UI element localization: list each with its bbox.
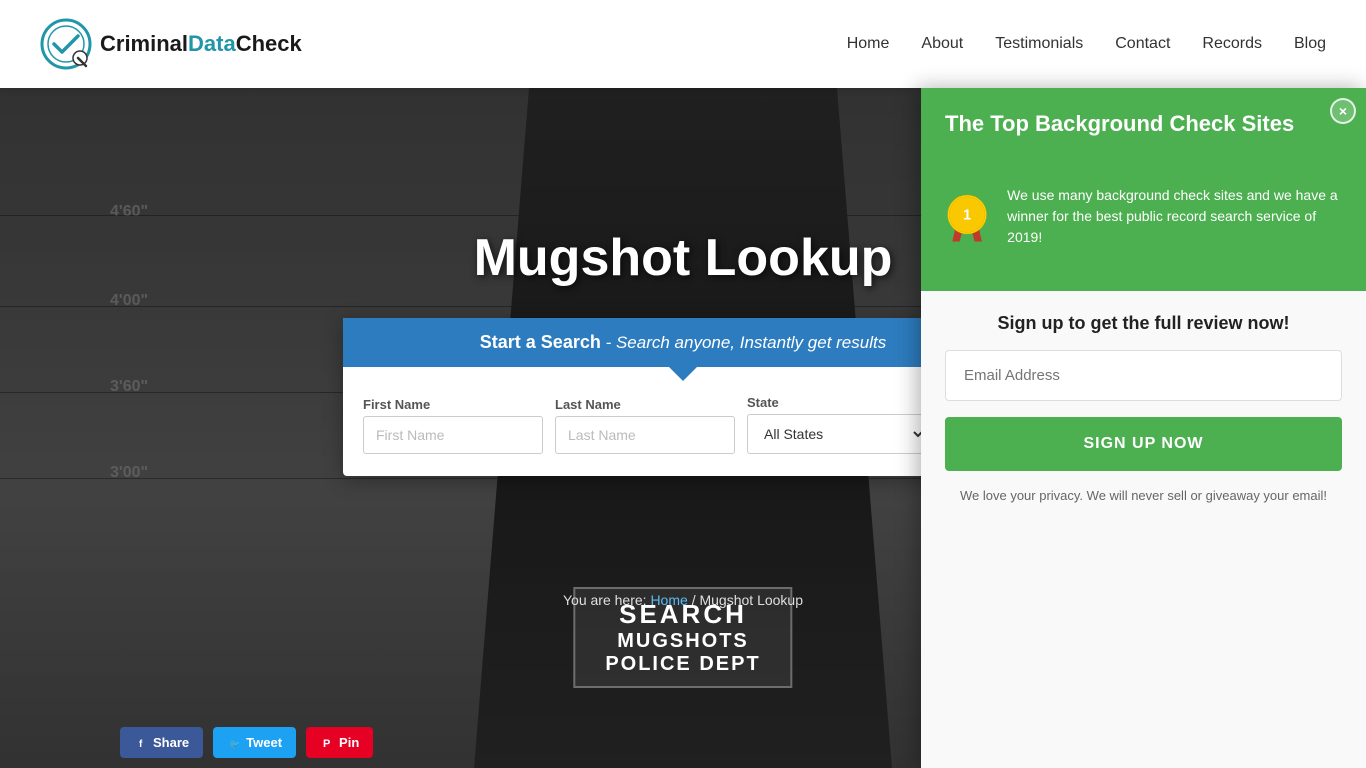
first-name-group: First Name: [363, 397, 543, 454]
share-twitter-label: Tweet: [246, 735, 282, 750]
popup-close-button[interactable]: ×: [1330, 98, 1356, 124]
share-twitter[interactable]: 🐦 Tweet: [213, 727, 296, 758]
popup-subtitle: Sign up to get the full review now!: [945, 313, 1342, 334]
svg-text:🐦: 🐦: [229, 739, 240, 749]
pinterest-icon: P: [320, 736, 334, 750]
email-input[interactable]: [945, 350, 1342, 401]
main-nav: Home About Testimonials Contact Records …: [847, 35, 1326, 53]
nav-contact[interactable]: Contact: [1115, 35, 1170, 53]
popup-award-row: 1 We use many background check sites and…: [921, 157, 1366, 291]
state-select[interactable]: All StatesAlabamaAlaskaArizonaArkansasCa…: [747, 414, 927, 454]
nav-blog[interactable]: Blog: [1294, 35, 1326, 53]
nav-about[interactable]: About: [921, 35, 963, 53]
mugshot-line2: MUGSHOTS: [605, 630, 760, 653]
state-group: State All StatesAlabamaAlaskaArizonaArka…: [747, 395, 927, 454]
popup-body: Sign up to get the full review now! SIGN…: [921, 291, 1366, 768]
svg-text:1: 1: [963, 207, 971, 223]
signup-button[interactable]: SIGN UP NOW: [945, 417, 1342, 471]
svg-text:P: P: [323, 738, 330, 750]
last-name-group: Last Name: [555, 397, 735, 454]
mugshot-line3: POLICE DEPT: [605, 653, 760, 676]
share-facebook[interactable]: f Share: [120, 727, 203, 758]
logo-text: CriminalDataCheck: [100, 31, 302, 57]
nav-testimonials[interactable]: Testimonials: [995, 35, 1083, 53]
first-name-label: First Name: [363, 397, 543, 412]
share-bar: f Share 🐦 Tweet P Pin: [120, 727, 373, 758]
header: CriminalDataCheck Home About Testimonial…: [0, 0, 1366, 88]
logo[interactable]: CriminalDataCheck: [40, 18, 302, 70]
nav-records[interactable]: Records: [1202, 35, 1262, 53]
popup-privacy: We love your privacy. We will never sell…: [945, 487, 1342, 505]
mugshot-line1: SEARCH: [605, 599, 760, 630]
award-medal: 1: [945, 167, 989, 267]
share-pinterest-label: Pin: [339, 735, 359, 750]
popup-header: The Top Background Check Sites ×: [921, 88, 1366, 157]
logo-icon: [40, 18, 92, 70]
popup: The Top Background Check Sites × 1 We us…: [921, 88, 1366, 768]
popup-title: The Top Background Check Sites: [945, 110, 1342, 139]
search-box-header-text: Start a Search - Search anyone, Instantl…: [480, 333, 886, 352]
mugshot-sign: SEARCH MUGSHOTS POLICE DEPT: [573, 587, 792, 688]
share-pinterest[interactable]: P Pin: [306, 727, 373, 758]
twitter-icon: 🐦: [227, 736, 241, 750]
nav-home[interactable]: Home: [847, 35, 890, 53]
last-name-label: Last Name: [555, 397, 735, 412]
last-name-input[interactable]: [555, 416, 735, 454]
first-name-input[interactable]: [363, 416, 543, 454]
state-label: State: [747, 395, 927, 410]
hero-title: Mugshot Lookup: [474, 228, 893, 288]
award-text: We use many background check sites and w…: [1007, 185, 1342, 248]
facebook-icon: f: [134, 736, 148, 750]
